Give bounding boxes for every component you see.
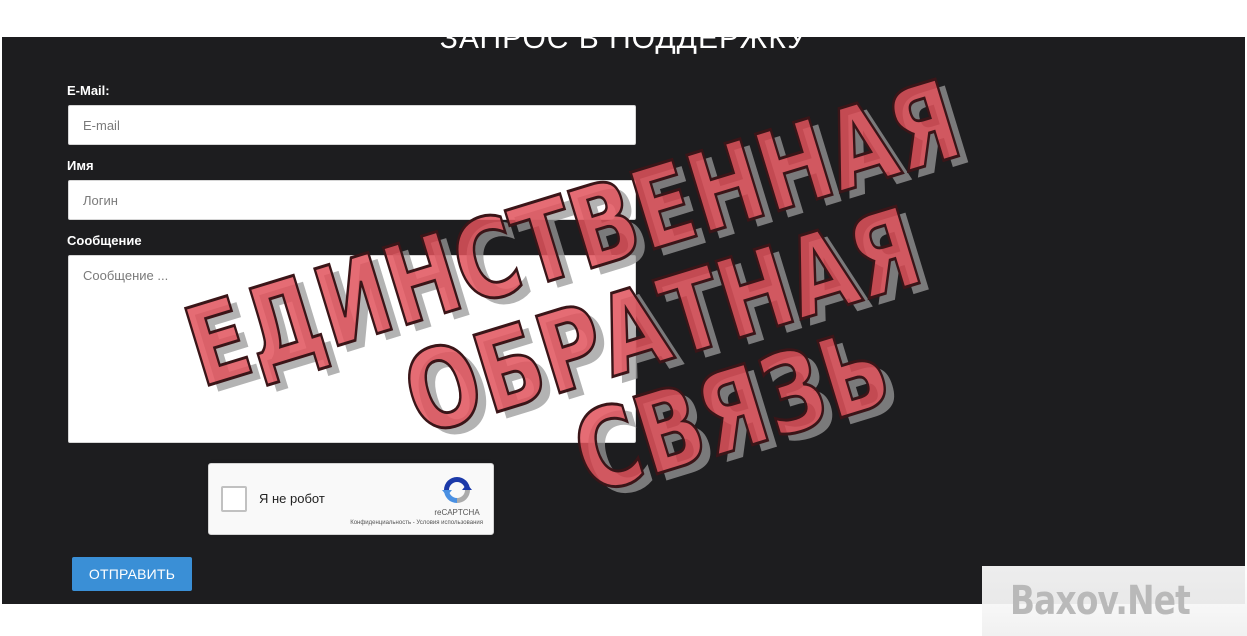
recaptcha-links[interactable]: Конфиденциальность - Условия использован… [350,520,483,526]
email-label: E-Mail: [67,83,110,98]
support-form-panel: ЗАПРОС В ПОДДЕРЖКУ E-Mail: Имя Сообщение… [2,37,1245,604]
email-field[interactable] [68,105,636,145]
recaptcha-logo-icon [442,477,472,503]
page: ЗАПРОС В ПОДДЕРЖКУ E-Mail: Имя Сообщение… [0,0,1247,636]
recaptcha-widget: Я не робот reCAPTCHA Конфиденциальность … [208,463,494,535]
message-label: Сообщение [67,233,142,248]
message-textarea[interactable] [68,255,636,443]
watermark-text: Baxov.Net [1010,578,1191,624]
recaptcha-label: Я не робот [259,491,325,506]
submit-button[interactable]: ОТПРАВИТЬ [72,557,192,591]
page-title: ЗАПРОС В ПОДДЕРЖКУ [439,37,808,55]
recaptcha-checkbox[interactable] [221,486,247,512]
recaptcha-brand: reCAPTCHA [434,508,480,517]
name-field[interactable] [68,180,636,220]
name-label: Имя [67,158,94,173]
